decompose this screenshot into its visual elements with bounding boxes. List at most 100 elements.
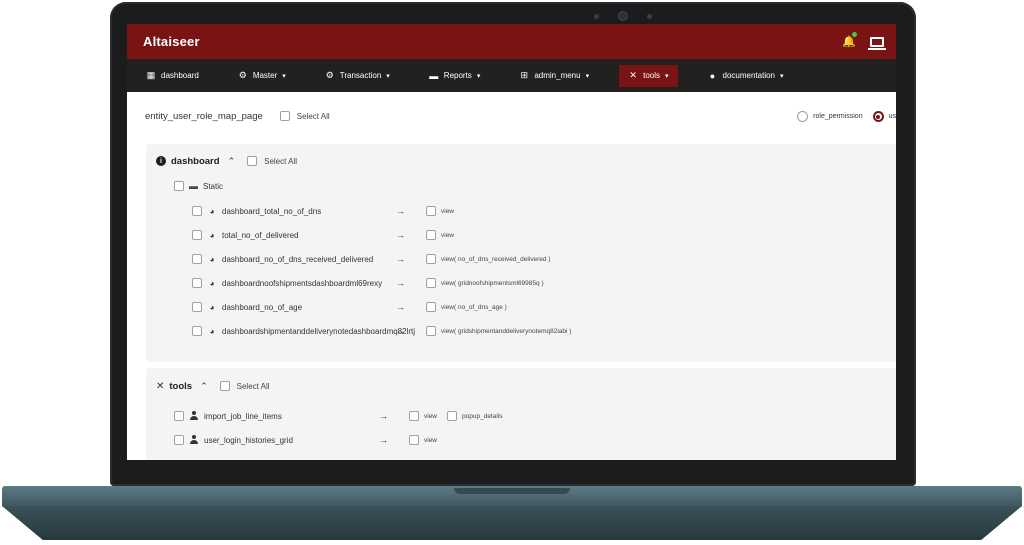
item-name: dashboardnoofshipmentsdashboardml69rexy xyxy=(222,278,383,288)
info-icon: ● xyxy=(709,70,716,81)
arrow-right-icon: → xyxy=(379,435,388,445)
permission-row: ◕ dashboard_no_of_dns_received_delivered… xyxy=(146,247,896,271)
nav-item-reports[interactable]: ▬ Reports ▾ xyxy=(420,65,490,87)
page-title: entity_user_role_map_page xyxy=(145,110,263,122)
item-checkbox[interactable] xyxy=(192,302,202,312)
user-icon xyxy=(189,434,199,446)
section-select-all-checkbox[interactable] xyxy=(247,156,258,166)
select-all-checkbox[interactable] xyxy=(279,111,290,121)
perm-checkbox[interactable] xyxy=(426,254,436,264)
laptop-base-front xyxy=(2,506,1022,540)
chart-pie-icon: ◕ xyxy=(209,230,215,240)
perm-label: view( gridnoofshipmentsml69985q ) xyxy=(441,279,544,287)
app-header: Altaiseer 🔔 xyxy=(127,24,896,59)
collapse-caret-icon[interactable]: ⌃ xyxy=(200,381,208,392)
perm-label: view( gridshipmentanddeliverynotemq82iab… xyxy=(441,327,572,335)
item-checkbox[interactable] xyxy=(192,254,202,264)
perm-group: view xyxy=(426,206,454,216)
sensor-icon xyxy=(594,13,599,19)
perm-group: view xyxy=(426,230,454,240)
perm-checkbox[interactable] xyxy=(426,326,436,336)
nav-item-dashboard[interactable]: ▦ dashboard xyxy=(137,65,208,87)
perm-checkbox[interactable] xyxy=(426,206,436,216)
camera-icon xyxy=(619,12,627,20)
item-checkbox[interactable] xyxy=(174,411,184,421)
nav-item-tools[interactable]: ✕ tools ▾ xyxy=(619,64,678,87)
item-name: dashboard_total_no_of_dns xyxy=(222,206,322,216)
chart-pie-icon: ◕ xyxy=(209,254,215,264)
chart-pie-icon: ◕ xyxy=(209,206,215,216)
item-name: user_login_histories_grid xyxy=(204,435,293,445)
item-name: import_job_line_items xyxy=(204,411,282,421)
arrow-right-icon: → xyxy=(396,278,405,288)
folder-icon: ▬ xyxy=(429,70,439,81)
item-name: dashboardshipmentanddeliverynotedashboar… xyxy=(222,326,416,336)
perm-group: view popup_details xyxy=(409,411,503,421)
perm-label: view( no_of_dns_age ) xyxy=(441,303,507,311)
nav-item-documentation[interactable]: ● documentation ▾ xyxy=(699,65,793,87)
section-dashboard: i dashboard ⌃ Select All ▬ Static ◕ dash… xyxy=(146,144,896,362)
item-checkbox[interactable] xyxy=(192,326,202,336)
permission-row: ◕ dashboard_no_of_age → view( no_of_dns_… xyxy=(146,295,896,319)
item-name: total_no_of_delivered xyxy=(222,230,299,240)
section-header: ✕ tools ⌃ Select All xyxy=(146,368,896,404)
perm-group: view( gridnoofshipmentsml69985q ) xyxy=(426,278,544,288)
brand-title[interactable]: Altaiseer xyxy=(143,34,200,49)
permission-row: ◕ total_no_of_delivered → view xyxy=(146,223,896,247)
perm-checkbox[interactable] xyxy=(426,278,436,288)
gear-icon: ⚙ xyxy=(325,70,334,80)
perm-group: view xyxy=(409,435,437,445)
section-title: tools xyxy=(169,380,193,392)
tools-icon: ✕ xyxy=(629,70,637,80)
perm-label: view xyxy=(424,436,438,444)
app-screen: Altaiseer 🔔 ▦ dashboard ⚙ Master ▾ ⚙ Tra… xyxy=(127,24,896,460)
notification-dot xyxy=(852,31,857,37)
monitor-icon[interactable] xyxy=(868,36,886,50)
sensor-icon xyxy=(647,13,652,19)
role-permission-radio[interactable] xyxy=(797,111,809,122)
group-checkbox[interactable] xyxy=(174,181,184,191)
nav-label: documentation xyxy=(722,71,775,80)
nav-label: Reports xyxy=(443,71,472,80)
sitemap-icon: ⊞ xyxy=(520,70,529,80)
main-nav: ▦ dashboard ⚙ Master ▾ ⚙ Transaction ▾ ▬… xyxy=(127,59,896,92)
perm-group: view( gridshipmentanddeliverynotemq82iab… xyxy=(426,326,571,336)
nav-label: Transaction xyxy=(339,71,382,80)
perm-group: view( no_of_dns_age ) xyxy=(426,302,507,312)
select-all-label: Select All xyxy=(296,111,330,121)
info-icon: i xyxy=(156,156,166,166)
chevron-down-icon: ▾ xyxy=(665,72,669,80)
section-header: i dashboard ⌃ Select All xyxy=(146,144,896,178)
arrow-right-icon: → xyxy=(379,411,388,421)
chevron-down-icon: ▾ xyxy=(585,72,590,80)
arrow-right-icon: → xyxy=(396,302,405,312)
perm-checkbox[interactable] xyxy=(409,435,419,445)
mode-radio-group: role_permission user_p xyxy=(797,111,896,122)
perm-checkbox[interactable] xyxy=(409,411,419,421)
chart-pie-icon: ◕ xyxy=(209,278,215,288)
perm-label: view xyxy=(441,231,455,239)
permission-row: ◕ dashboardnoofshipmentsdashboardml69rex… xyxy=(146,271,896,295)
nav-item-admin-menu[interactable]: ⊞ admin_menu ▾ xyxy=(510,65,598,87)
section-select-all-checkbox[interactable] xyxy=(219,381,230,391)
nav-item-transaction[interactable]: ⚙ Transaction ▾ xyxy=(316,65,399,87)
item-checkbox[interactable] xyxy=(192,206,202,216)
chart-pie-icon: ◕ xyxy=(209,326,215,336)
item-checkbox[interactable] xyxy=(174,435,184,445)
perm-checkbox[interactable] xyxy=(426,302,436,312)
collapse-caret-icon[interactable]: ⌃ xyxy=(228,156,236,167)
item-checkbox[interactable] xyxy=(192,278,202,288)
group-row: ▬ Static xyxy=(146,177,896,195)
permission-row: import_job_line_items → view popup_detai… xyxy=(146,404,896,428)
chevron-down-icon: ▾ xyxy=(386,72,390,80)
perm-checkbox[interactable] xyxy=(447,411,458,421)
arrow-right-icon: → xyxy=(396,326,405,336)
perm-checkbox[interactable] xyxy=(426,230,436,240)
user-permission-radio[interactable] xyxy=(872,111,884,122)
nav-item-master[interactable]: ⚙ Master ▾ xyxy=(229,65,295,87)
item-checkbox[interactable] xyxy=(192,230,202,240)
chevron-down-icon: ▾ xyxy=(476,72,481,80)
nav-label: tools xyxy=(643,71,660,80)
perm-label: view xyxy=(424,412,438,420)
bell-icon[interactable]: 🔔 xyxy=(842,31,857,49)
